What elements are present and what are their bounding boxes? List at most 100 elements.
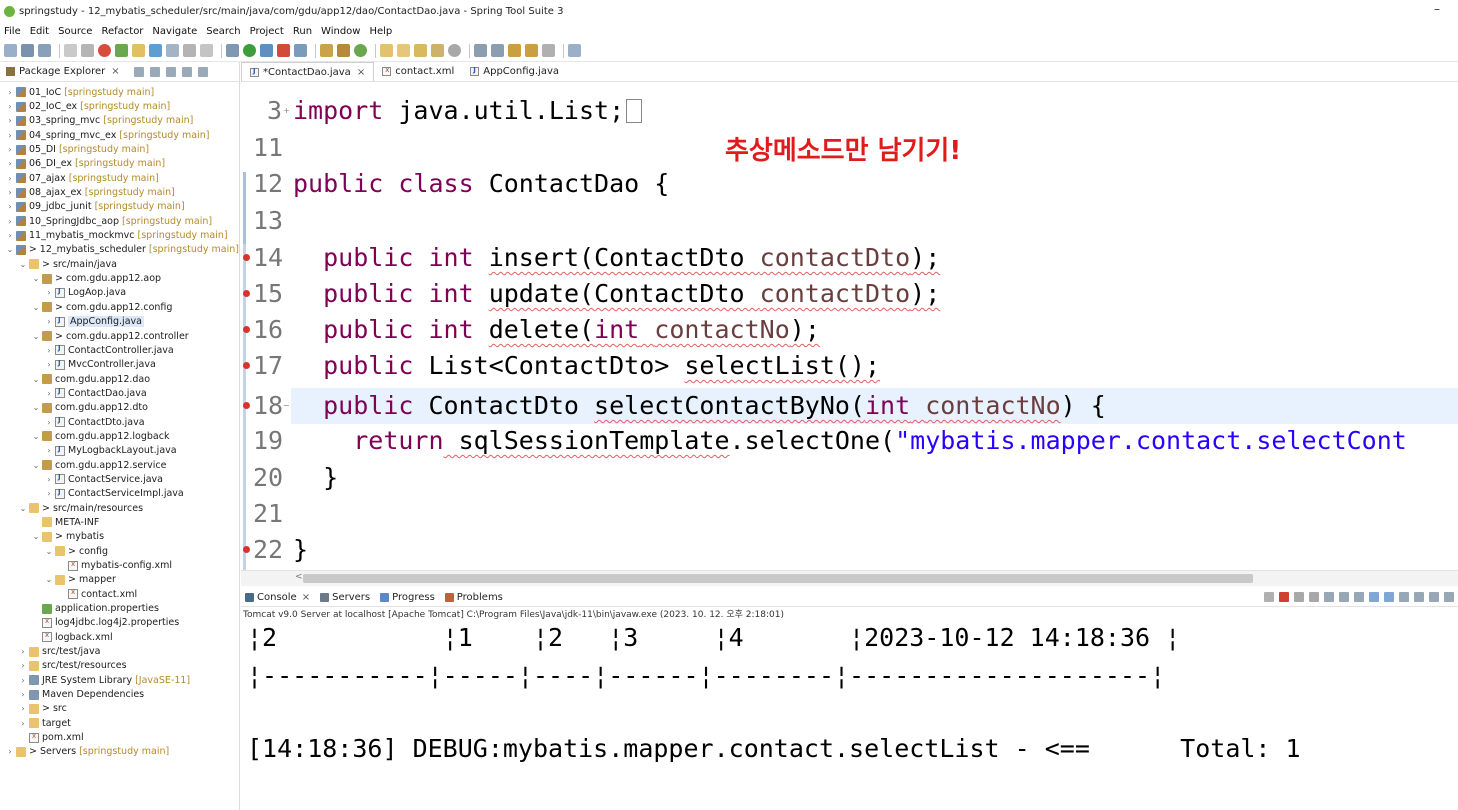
open-resource-icon[interactable]: [397, 44, 410, 57]
chevron-right-icon[interactable]: ›: [45, 446, 53, 455]
view-menu-icon[interactable]: [165, 66, 176, 77]
tab-problems[interactable]: Problems: [444, 592, 503, 603]
menu-file[interactable]: File: [4, 26, 21, 37]
chevron-right-icon[interactable]: ›: [19, 661, 27, 670]
tree-item[interactable]: mybatis-config.xml: [0, 558, 239, 572]
tree-item[interactable]: › ContactDao.java: [0, 386, 239, 400]
chevron-right-icon[interactable]: ›: [19, 676, 27, 685]
scroll-left-icon[interactable]: <: [295, 572, 303, 582]
tree-item[interactable]: ⌄ com.gdu.app12.service: [0, 458, 239, 472]
chevron-right-icon[interactable]: ›: [19, 719, 27, 728]
stop-icon[interactable]: [98, 44, 111, 57]
chevron-right-icon[interactable]: ›: [45, 360, 53, 369]
collapsed-import-box[interactable]: [626, 99, 643, 123]
tree-item[interactable]: › ContactController.java: [0, 343, 239, 357]
error-marker-icon[interactable]: [243, 402, 250, 409]
menu-search[interactable]: Search: [206, 26, 240, 37]
menu-edit[interactable]: Edit: [30, 26, 49, 37]
close-icon[interactable]: ×: [357, 67, 365, 78]
tree-item[interactable]: › 04_spring_mvc_ex [springstudy main]: [0, 128, 239, 142]
chevron-right-icon[interactable]: ›: [45, 475, 53, 484]
chevron-right-icon[interactable]: ›: [6, 159, 14, 168]
chevron-right-icon[interactable]: ›: [45, 288, 53, 297]
tab-contactdao-java[interactable]: *ContactDao.java ×: [241, 62, 375, 81]
tree-item[interactable]: › 03_spring_mvc [springstudy main]: [0, 114, 239, 128]
tab-progress[interactable]: Progress: [380, 592, 435, 603]
chevron-right-icon[interactable]: ›: [6, 202, 14, 211]
minimize-icon[interactable]: [181, 66, 192, 77]
back-icon[interactable]: [525, 44, 538, 57]
tree-item[interactable]: ⌄ > 12_mybatis_scheduler [springstudy main…: [0, 243, 239, 257]
menu-project[interactable]: Project: [250, 26, 284, 37]
chevron-down-icon[interactable]: ⌄: [32, 303, 40, 312]
tree-item[interactable]: › ContactServiceImpl.java: [0, 487, 239, 501]
chevron-right-icon[interactable]: ›: [6, 145, 14, 154]
tree-item[interactable]: › 10_SpringJdbc_aop [springstudy main]: [0, 214, 239, 228]
tree-item[interactable]: › MyLogbackLayout.java: [0, 444, 239, 458]
tree-item[interactable]: › ContactDto.java: [0, 415, 239, 429]
tree-item[interactable]: › 01_IoC [springstudy main]: [0, 85, 239, 99]
chevron-down-icon[interactable]: ⌄: [19, 504, 27, 513]
chevron-down-icon[interactable]: ⌄: [19, 260, 27, 269]
chevron-right-icon[interactable]: ›: [6, 217, 14, 226]
tree-item[interactable]: ⌄ > src/main/java: [0, 257, 239, 271]
editor-horizontal-scrollbar[interactable]: <: [241, 570, 1458, 586]
show-on-output-icon[interactable]: [1354, 592, 1364, 602]
paragraph-icon[interactable]: [200, 44, 213, 57]
chevron-right-icon[interactable]: ›: [19, 704, 27, 713]
chevron-down-icon[interactable]: ⌄: [45, 547, 53, 556]
prev-annotation-icon[interactable]: [491, 44, 504, 57]
tree-item[interactable]: ⌄ > com.gdu.app12.aop: [0, 271, 239, 285]
save-all-icon[interactable]: [38, 44, 51, 57]
tree-item[interactable]: ⌄ > src/main/resources: [0, 501, 239, 515]
highlight-icon[interactable]: [149, 44, 162, 57]
link-with-editor-icon[interactable]: [149, 66, 160, 77]
error-marker-icon[interactable]: [243, 290, 250, 297]
tree-item[interactable]: › src/test/resources: [0, 659, 239, 673]
coverage-icon[interactable]: [260, 44, 273, 57]
remove-launch-icon[interactable]: [1264, 592, 1274, 602]
debug-icon[interactable]: [226, 44, 239, 57]
tree-item[interactable]: › 05_DI [springstudy main]: [0, 142, 239, 156]
package-explorer-tab[interactable]: Package Explorer ×: [0, 62, 239, 82]
tree-item[interactable]: pom.xml: [0, 730, 239, 744]
tree-item[interactable]: ⌄ com.gdu.app12.logback: [0, 429, 239, 443]
scrollbar-thumb[interactable]: [303, 574, 1253, 583]
show-on-error-icon[interactable]: [1369, 592, 1379, 602]
tree-item[interactable]: › 11_mybatis_mockmvc [springstudy main]: [0, 228, 239, 242]
chevron-right-icon[interactable]: ›: [6, 174, 14, 183]
open-type-icon[interactable]: [380, 44, 393, 57]
tree-item[interactable]: ⌄ com.gdu.app12.dao: [0, 372, 239, 386]
tab-servers[interactable]: Servers: [320, 592, 370, 603]
tree-item[interactable]: › JRE System Library [JavaSE-11]: [0, 673, 239, 687]
tree-item[interactable]: › 02_IoC_ex [springstudy main]: [0, 99, 239, 113]
scroll-lock-icon[interactable]: [1324, 592, 1334, 602]
fold-icon[interactable]: +: [283, 106, 290, 115]
terminate-icon[interactable]: [1279, 592, 1289, 602]
chevron-right-icon[interactable]: ›: [6, 131, 14, 140]
tree-item[interactable]: › target: [0, 716, 239, 730]
block-icon[interactable]: [183, 44, 196, 57]
chevron-right-icon[interactable]: ›: [6, 102, 14, 111]
perspective-icon[interactable]: [568, 44, 581, 57]
new-class-icon[interactable]: [337, 44, 350, 57]
chevron-right-icon[interactable]: ›: [45, 346, 53, 355]
new-console-icon[interactable]: [1429, 592, 1439, 602]
task-icon[interactable]: [431, 44, 444, 57]
chevron-down-icon[interactable]: ⌄: [32, 403, 40, 412]
new-package-icon[interactable]: [320, 44, 333, 57]
chevron-right-icon[interactable]: ›: [45, 489, 53, 498]
tree-item[interactable]: contact.xml: [0, 587, 239, 601]
tree-item[interactable]: log4jdbc.log4j2.properties: [0, 616, 239, 630]
external-tools-icon[interactable]: [294, 44, 307, 57]
chevron-right-icon[interactable]: ›: [6, 231, 14, 240]
chevron-down-icon[interactable]: ⌄: [32, 532, 40, 541]
word-wrap-icon[interactable]: [1339, 592, 1349, 602]
console-output[interactable]: ¦2 ¦1 ¦2 ¦3 ¦4 ¦2023-10-12 14:18:36 ¦ ¦-…: [241, 620, 1458, 810]
display-console-icon[interactable]: [1399, 592, 1409, 602]
error-marker-icon[interactable]: [243, 546, 250, 553]
search-icon[interactable]: [414, 44, 427, 57]
tree-item[interactable]: › AppConfig.java: [0, 315, 239, 329]
tree-item[interactable]: › ContactService.java: [0, 472, 239, 486]
tree-item[interactable]: › > Servers [springstudy main]: [0, 745, 239, 759]
